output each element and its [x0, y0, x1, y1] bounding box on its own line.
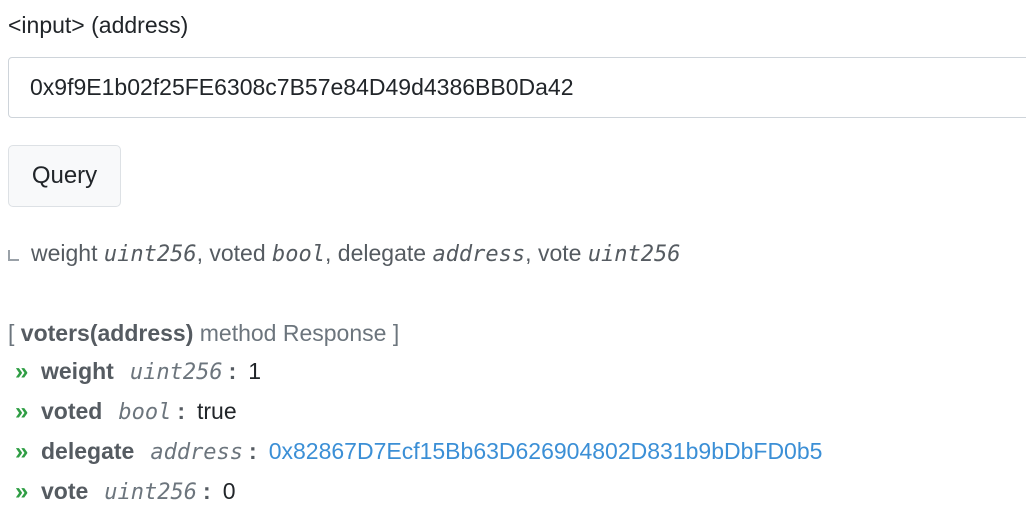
signature-field-name: voted [209, 240, 266, 266]
result-colon: : [228, 358, 237, 384]
result-colon: : [177, 398, 185, 424]
chevron-right-icon: » [15, 358, 29, 385]
signature-field-name: vote [537, 240, 582, 266]
corner-arrow-icon [8, 250, 19, 261]
result-field-type: bool [118, 400, 172, 425]
result-field-type: address [150, 440, 244, 465]
query-button[interactable]: Query [8, 145, 121, 207]
signature-separator: , [525, 240, 538, 266]
result-field-value: true [197, 398, 237, 424]
signature-field-name: weight [31, 240, 98, 266]
return-signature: weight uint256, voted bool, delegate add… [8, 237, 681, 269]
chevron-right-icon: » [15, 478, 29, 505]
result-field-type: uint256 [129, 360, 223, 385]
result-colon: : [203, 478, 211, 504]
result-field-name: vote [41, 478, 89, 504]
result-field-name: weight [41, 358, 114, 384]
result-field-name: voted [41, 398, 103, 424]
response-suffix: method Response ] [193, 320, 400, 346]
result-field-name: delegate [41, 438, 135, 464]
signature-field-type: uint256 [587, 242, 681, 267]
response-header: [ voters(address) method Response ] [8, 317, 399, 349]
result-row-weight: » weight uint256:1 [15, 354, 261, 388]
result-row-voted: » voted bool: true [15, 394, 237, 428]
result-row-delegate: » delegate address:0x82867D7Ecf15Bb63D6269… [15, 434, 822, 468]
chevron-right-icon: » [15, 398, 29, 425]
result-field-value: 0 [222, 478, 236, 504]
signature-field-type: bool [272, 242, 326, 267]
signature-separator: , [196, 240, 210, 266]
address-input-label: <input> (address) [8, 12, 189, 38]
result-field-value: 1 [248, 358, 262, 384]
delegate-address-link[interactable]: 0x82867D7Ecf15Bb63D626904802D831b9bDbFD0… [269, 438, 823, 464]
address-input[interactable] [8, 57, 1026, 118]
chevron-right-icon: » [15, 438, 29, 465]
signature-field-name: delegate [337, 240, 427, 266]
response-method-name: voters(address) [20, 320, 194, 346]
signature-field-type: address [432, 242, 526, 267]
signature-field-type: uint256 [103, 242, 197, 267]
result-row-vote: » vote uint256:0 [15, 474, 235, 508]
result-field-type: uint256 [104, 480, 198, 505]
response-open-bracket: [ [8, 320, 21, 346]
signature-separator: , [325, 240, 338, 266]
result-colon: : [249, 438, 257, 464]
